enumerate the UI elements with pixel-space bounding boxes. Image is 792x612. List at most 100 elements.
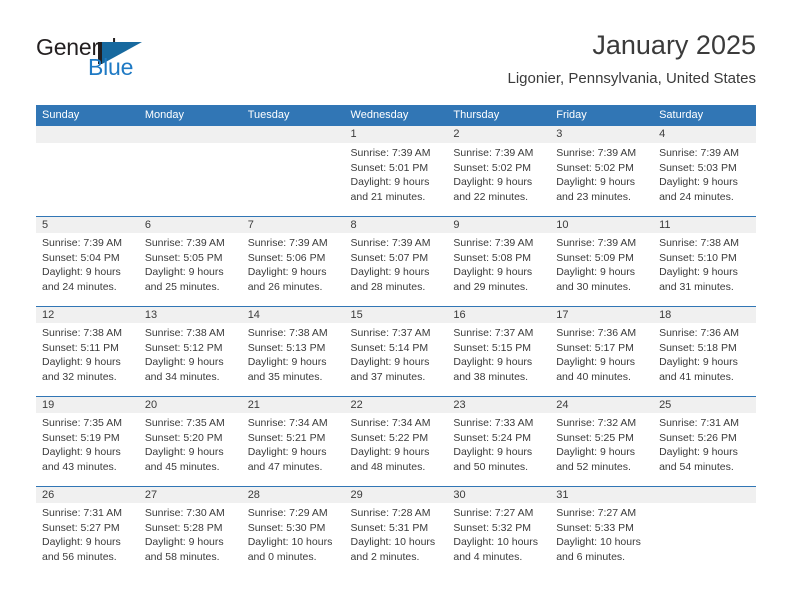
day-info-line: Sunset: 5:02 PM xyxy=(556,161,634,174)
day-cell-3[interactable]: Sunrise: 7:39 AM Sunset: 5:02 PM Daylight:… xyxy=(550,143,653,216)
day-info-line: Sunset: 5:25 PM xyxy=(556,431,634,444)
day-info-line: and 43 minutes. xyxy=(42,460,117,473)
day-cell-23[interactable]: Sunrise: 7:33 AM Sunset: 5:24 PM Daylight:… xyxy=(447,413,550,486)
day-info-line: Sunset: 5:10 PM xyxy=(659,251,737,264)
day-cell-10[interactable]: Sunrise: 7:39 AM Sunset: 5:09 PM Daylight:… xyxy=(550,233,653,306)
day-number-30[interactable]: 30 xyxy=(447,487,550,503)
day-info-line: and 28 minutes. xyxy=(350,280,426,293)
day-cell-20[interactable]: Sunrise: 7:35 AM Sunset: 5:20 PM Daylight:… xyxy=(139,413,242,486)
day-cell-18[interactable]: Sunrise: 7:36 AM Sunset: 5:18 PM Daylight:… xyxy=(653,323,756,396)
day-number-23[interactable]: 23 xyxy=(447,397,550,413)
weekday-header-friday: Friday xyxy=(556,109,587,121)
day-info-line: Sunrise: 7:36 AM xyxy=(659,327,740,339)
day-number-16[interactable]: 16 xyxy=(447,307,550,323)
day-number-6[interactable]: 6 xyxy=(139,217,242,233)
day-cell-1[interactable]: Sunrise: 7:39 AM Sunset: 5:01 PM Daylight:… xyxy=(345,143,448,216)
day-number-26[interactable]: 26 xyxy=(36,487,139,503)
general-blue-logo[interactable]: General Blue xyxy=(36,34,166,84)
day-cell-16[interactable]: Sunrise: 7:37 AM Sunset: 5:15 PM Daylight:… xyxy=(447,323,550,396)
day-info-line: Sunset: 5:27 PM xyxy=(42,521,120,534)
day-number-11[interactable]: 11 xyxy=(653,217,756,233)
day-cell-22[interactable]: Sunrise: 7:34 AM Sunset: 5:22 PM Daylight:… xyxy=(345,413,448,486)
day-cell-30[interactable]: Sunrise: 7:27 AM Sunset: 5:32 PM Daylight:… xyxy=(447,503,550,576)
day-number-22[interactable]: 22 xyxy=(345,397,448,413)
day-number-10[interactable]: 10 xyxy=(550,217,653,233)
day-info-line: Daylight: 9 hours xyxy=(247,446,327,459)
day-info-line: Sunrise: 7:38 AM xyxy=(42,327,122,339)
day-number-2[interactable]: 2 xyxy=(447,126,550,142)
day-number-21[interactable]: 21 xyxy=(242,397,345,413)
day-number-28[interactable]: 28 xyxy=(242,487,345,503)
day-number-31[interactable]: 31 xyxy=(550,487,653,503)
day-info-line: Sunset: 5:01 PM xyxy=(350,161,429,174)
day-number-12[interactable]: 12 xyxy=(36,307,139,323)
day-number-25[interactable]: 25 xyxy=(653,397,756,413)
day-info-line: Sunrise: 7:38 AM xyxy=(144,327,225,339)
day-info-line: Daylight: 9 hours xyxy=(42,266,121,279)
day-cell-19[interactable]: Sunrise: 7:35 AM Sunset: 5:19 PM Daylight:… xyxy=(36,413,139,486)
day-cell-5[interactable]: Sunrise: 7:39 AM Sunset: 5:04 PM Daylight:… xyxy=(36,233,139,306)
day-info-line: and 40 minutes. xyxy=(556,370,631,383)
day-cell-9[interactable]: Sunrise: 7:39 AM Sunset: 5:08 PM Daylight:… xyxy=(447,233,550,306)
week-date-number-band: 19 20 21 22 23 24 25 xyxy=(36,396,756,413)
day-cell-29[interactable]: Sunrise: 7:28 AM Sunset: 5:31 PM Daylight:… xyxy=(345,503,448,576)
day-info-line: Sunset: 5:24 PM xyxy=(453,431,532,444)
day-cell-28[interactable]: Sunrise: 7:29 AM Sunset: 5:30 PM Daylight:… xyxy=(242,503,345,576)
calendar-grid: Sunday Monday Tuesday Wednesday Thursday Frid… xyxy=(36,105,756,576)
day-cell-6[interactable]: Sunrise: 7:39 AM Sunset: 5:05 PM Daylight:… xyxy=(139,233,242,306)
day-info-line: Sunrise: 7:27 AM xyxy=(556,507,637,519)
day-cell-13[interactable]: Sunrise: 7:38 AM Sunset: 5:12 PM Daylight:… xyxy=(139,323,242,396)
day-number-1[interactable]: 1 xyxy=(345,126,448,142)
day-number-19[interactable]: 19 xyxy=(36,397,139,413)
day-info-line: Daylight: 9 hours xyxy=(659,446,738,459)
day-cell-8[interactable]: Sunrise: 7:39 AM Sunset: 5:07 PM Daylight:… xyxy=(345,233,448,306)
day-info-line: Sunset: 5:14 PM xyxy=(350,341,429,354)
day-number-24[interactable]: 24 xyxy=(550,397,653,413)
day-cell-12[interactable]: Sunrise: 7:38 AM Sunset: 5:11 PM Daylight:… xyxy=(36,323,139,396)
day-number-4[interactable]: 4 xyxy=(653,126,756,142)
day-info-line: Daylight: 9 hours xyxy=(144,356,224,369)
day-info-line: Sunrise: 7:39 AM xyxy=(659,147,740,159)
day-number-29[interactable]: 29 xyxy=(345,487,448,503)
day-info-line: Daylight: 9 hours xyxy=(556,266,636,279)
day-number-20[interactable]: 20 xyxy=(139,397,242,413)
day-info-line: Sunrise: 7:35 AM xyxy=(144,417,225,429)
day-number-13[interactable]: 13 xyxy=(139,307,242,323)
day-cell-24[interactable]: Sunrise: 7:32 AM Sunset: 5:25 PM Daylight:… xyxy=(550,413,653,486)
day-info-line: and 22 minutes. xyxy=(453,190,529,203)
day-info-line: Sunrise: 7:31 AM xyxy=(659,417,740,429)
day-number-27[interactable]: 27 xyxy=(139,487,242,503)
day-cell-11[interactable]: Sunrise: 7:38 AM Sunset: 5:10 PM Daylight:… xyxy=(653,233,756,306)
day-cell-2[interactable]: Sunrise: 7:39 AM Sunset: 5:02 PM Daylight:… xyxy=(447,143,550,216)
day-number-15[interactable]: 15 xyxy=(345,307,448,323)
day-number-9[interactable]: 9 xyxy=(447,217,550,233)
day-info-line: and 21 minutes. xyxy=(350,190,426,203)
day-cell-14[interactable]: Sunrise: 7:38 AM Sunset: 5:13 PM Daylight:… xyxy=(242,323,345,396)
day-number-7[interactable]: 7 xyxy=(242,217,345,233)
day-number-8[interactable]: 8 xyxy=(345,217,448,233)
day-cell-21[interactable]: Sunrise: 7:34 AM Sunset: 5:21 PM Daylight:… xyxy=(242,413,345,486)
day-info-line: and 30 minutes. xyxy=(556,280,631,293)
week-detail-band: Sunrise: 7:39 AM Sunset: 5:01 PM Daylight:… xyxy=(36,143,756,216)
day-info-line: Sunrise: 7:36 AM xyxy=(556,327,637,339)
day-cell-26[interactable]: Sunrise: 7:31 AM Sunset: 5:27 PM Daylight:… xyxy=(36,503,139,576)
logo-text-blue: Blue xyxy=(88,54,134,80)
day-number-3[interactable]: 3 xyxy=(550,126,653,142)
day-cell-31[interactable]: Sunrise: 7:27 AM Sunset: 5:33 PM Daylight:… xyxy=(550,503,653,576)
day-info-line: Sunrise: 7:33 AM xyxy=(453,417,534,429)
day-number-18[interactable]: 18 xyxy=(653,307,756,323)
day-cell-27[interactable]: Sunrise: 7:30 AM Sunset: 5:28 PM Daylight:… xyxy=(139,503,242,576)
day-info-line: Daylight: 9 hours xyxy=(453,356,533,369)
day-cell-15[interactable]: Sunrise: 7:37 AM Sunset: 5:14 PM Daylight:… xyxy=(345,323,448,396)
day-number-14[interactable]: 14 xyxy=(242,307,345,323)
day-cell-4[interactable]: Sunrise: 7:39 AM Sunset: 5:03 PM Daylight:… xyxy=(653,143,756,216)
calendar-weeks: 1 2 3 4 Sunrise: 7:39 AM Sunset: 5:01 PM Dayli… xyxy=(36,126,756,576)
day-info-line: Daylight: 9 hours xyxy=(247,356,327,369)
day-info-line: Sunset: 5:03 PM xyxy=(659,161,737,174)
day-info-line: Daylight: 10 hours xyxy=(247,536,333,549)
day-number-5[interactable]: 5 xyxy=(36,217,139,233)
day-cell-25[interactable]: Sunrise: 7:31 AM Sunset: 5:26 PM Daylight:… xyxy=(653,413,756,486)
day-number-17[interactable]: 17 xyxy=(550,307,653,323)
day-cell-7[interactable]: Sunrise: 7:39 AM Sunset: 5:06 PM Daylight:… xyxy=(242,233,345,306)
day-cell-17[interactable]: Sunrise: 7:36 AM Sunset: 5:17 PM Daylight:… xyxy=(550,323,653,396)
